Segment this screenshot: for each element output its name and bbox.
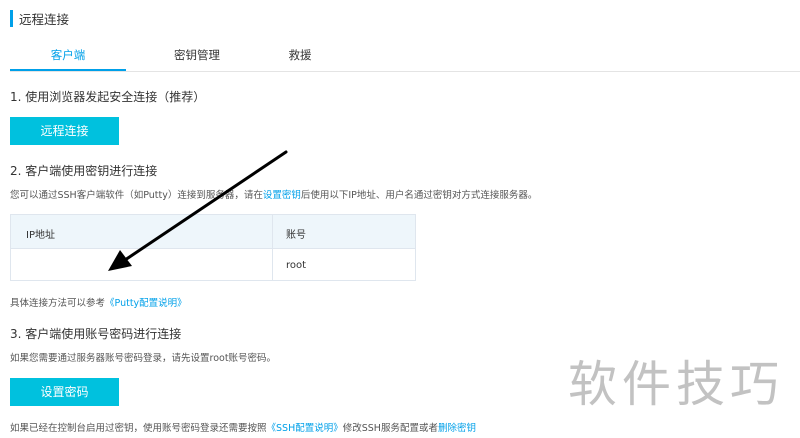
section3-heading: 3. 客户端使用账号密码进行连接 bbox=[10, 327, 182, 341]
tab-rescue[interactable]: 救援 bbox=[260, 40, 340, 71]
page-header: 远程连接 bbox=[10, 9, 69, 27]
note-text-2: 修改SSH服务配置或者 bbox=[342, 423, 438, 434]
cell-account: root bbox=[286, 260, 307, 271]
watermark: 软件技巧 bbox=[568, 356, 785, 413]
putty-config-link[interactable]: 《Putty配置说明》 bbox=[105, 298, 187, 309]
set-key-link[interactable]: 设置密钥 bbox=[263, 190, 301, 201]
page-title: 远程连接 bbox=[19, 11, 70, 27]
section2-description: 您可以通过SSH客户端软件（如Putty）连接到服务器，请在设置密钥后使用以下I… bbox=[10, 187, 537, 201]
tab-client[interactable]: 客户端 bbox=[10, 40, 126, 71]
section1-heading: 1. 使用浏览器发起安全连接（推荐） bbox=[10, 90, 206, 104]
note-text-1: 如果已经在控制台启用过密钥，使用账号密码登录还需要按照 bbox=[10, 423, 267, 434]
section3-description: 如果您需要通过服务器账号密码登录，请先设置root账号密码。 bbox=[10, 353, 277, 364]
putty-reference: 具体连接方法可以参考《Putty配置说明》 bbox=[10, 295, 187, 309]
section2-desc-text-2: 后使用以下IP地址、用户名通过密钥对方式连接服务器。 bbox=[300, 190, 538, 201]
tab-bar: 客户端 密钥管理 救援 bbox=[10, 40, 800, 72]
column-header-account: 账号 bbox=[286, 230, 306, 241]
section2-heading: 2. 客户端使用密钥进行连接 bbox=[10, 164, 158, 178]
putty-reference-text: 具体连接方法可以参考 bbox=[10, 298, 106, 309]
remote-connect-button[interactable]: 远程连接 bbox=[10, 117, 119, 145]
section3-note: 如果已经在控制台启用过密钥，使用账号密码登录还需要按照《SSH配置说明》修改SS… bbox=[10, 420, 476, 434]
delete-key-link[interactable]: 删除密钥 bbox=[438, 423, 476, 434]
connection-table: IP地址 账号 root bbox=[10, 214, 416, 281]
column-header-ip: IP地址 bbox=[26, 230, 55, 241]
tab-key-management[interactable]: 密钥管理 bbox=[142, 40, 252, 71]
set-password-button[interactable]: 设置密码 bbox=[10, 378, 119, 406]
table-column-divider bbox=[272, 215, 273, 280]
header-accent-bar bbox=[10, 9, 13, 27]
table-header bbox=[11, 215, 415, 249]
ssh-config-link[interactable]: 《SSH配置说明》 bbox=[267, 423, 343, 434]
section2-desc-text-1: 您可以通过SSH客户端软件（如Putty）连接到服务器，请在 bbox=[10, 190, 263, 201]
